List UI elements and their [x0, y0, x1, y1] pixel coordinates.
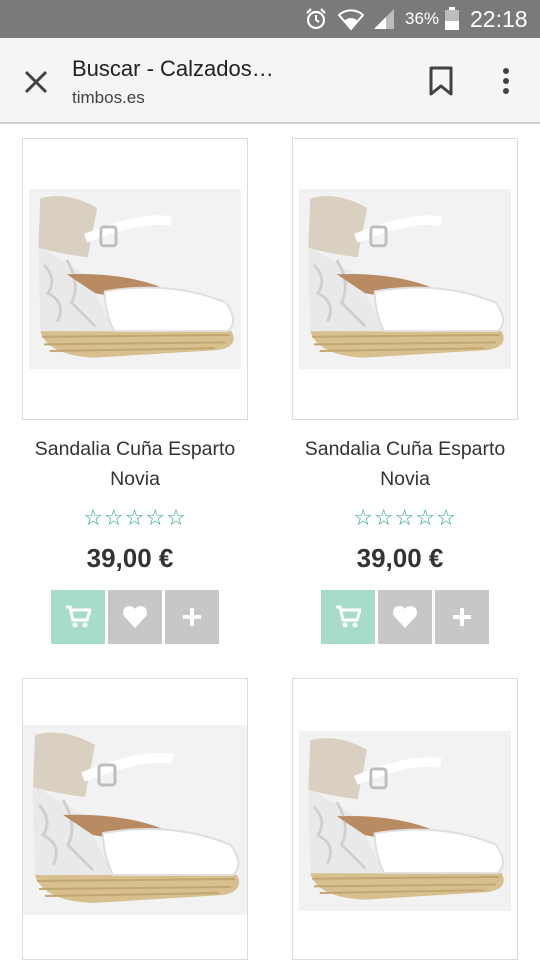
cart-icon	[66, 605, 91, 628]
product-image[interactable]	[292, 678, 518, 960]
product-name[interactable]: Sandalia Cuña Esparto Novia	[12, 434, 258, 494]
rating-stars: ☆☆☆☆☆	[353, 505, 457, 530]
close-icon[interactable]	[22, 68, 50, 96]
shoe-image	[23, 189, 247, 369]
product-image[interactable]	[22, 138, 248, 420]
product-image[interactable]	[292, 138, 518, 420]
wishlist-button[interactable]	[108, 590, 162, 644]
plus-icon	[453, 608, 471, 626]
more-info-button[interactable]	[435, 590, 489, 644]
clock: 22:18	[470, 6, 528, 32]
shoe-image	[293, 731, 517, 911]
signal-icon	[374, 9, 394, 29]
product-price: 39,00 €	[86, 543, 174, 573]
shoe-image	[293, 189, 517, 369]
product-image[interactable]	[22, 678, 248, 960]
add-to-cart-button[interactable]	[51, 590, 105, 644]
more-vert-icon[interactable]	[494, 66, 518, 96]
product-price: 39,00 €	[356, 543, 444, 573]
bookmark-icon[interactable]	[428, 66, 454, 96]
browser-toolbar: Buscar - Calzados… timbos.es	[0, 38, 540, 124]
heart-icon	[122, 605, 148, 628]
status-bar: 36% 22:18	[0, 0, 540, 38]
rating-stars: ☆☆☆☆☆	[83, 505, 187, 530]
more-info-button[interactable]	[165, 590, 219, 644]
shoe-image	[23, 725, 247, 915]
wishlist-button[interactable]	[378, 590, 432, 644]
add-to-cart-button[interactable]	[321, 590, 375, 644]
heart-icon	[392, 605, 418, 628]
wifi-icon	[338, 9, 364, 31]
cart-icon	[336, 605, 361, 628]
plus-icon	[183, 608, 201, 626]
battery-icon	[445, 7, 459, 30]
alarm-icon	[306, 8, 326, 30]
page-title: Buscar - Calzados…	[72, 56, 274, 81]
page-url: timbos.es	[72, 88, 145, 107]
product-name[interactable]: Sandalia Cuña Esparto Novia	[282, 434, 528, 494]
battery-percent: 36%	[405, 9, 440, 28]
